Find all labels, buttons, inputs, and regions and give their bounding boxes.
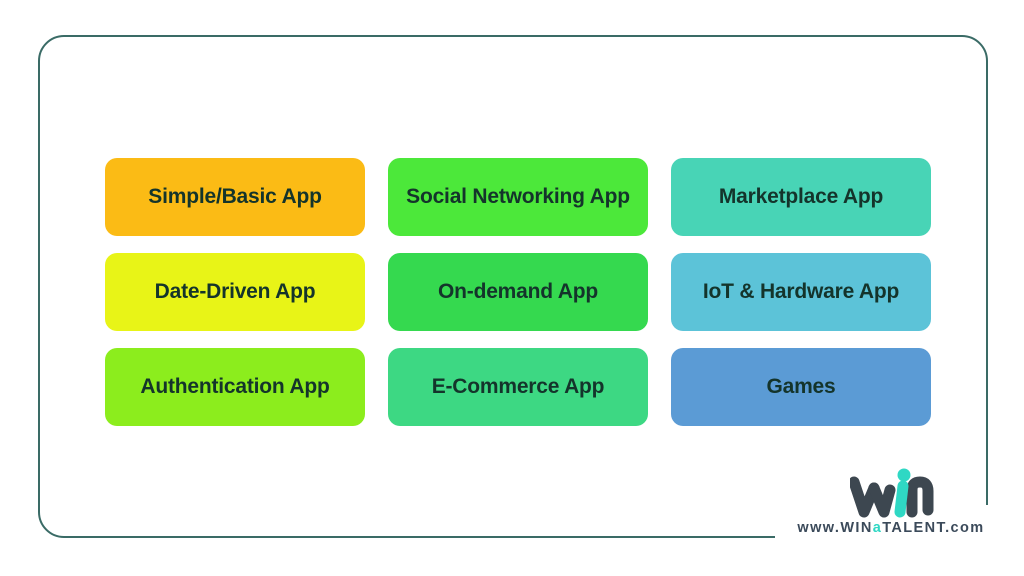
tile-authentication-app[interactable]: Authentication App (105, 348, 365, 426)
tile-date-driven-app[interactable]: Date-Driven App (105, 253, 365, 331)
tile-label: Authentication App (140, 374, 330, 398)
tile-iot-hardware-app[interactable]: IoT & Hardware App (671, 253, 931, 331)
brand-url-prefix: www.WIN (797, 520, 873, 536)
win-logo-i-stem-icon (894, 480, 909, 518)
brand-url-accent: a (872, 520, 883, 536)
tile-label: Games (766, 374, 836, 398)
tile-label: On-demand App (438, 279, 598, 303)
brand-url-text: www.WINaTALENT.com (786, 520, 996, 536)
tile-label: Simple/Basic App (148, 184, 322, 208)
win-logo-i-dot-icon (897, 468, 911, 482)
tile-label: Marketplace App (718, 184, 884, 208)
tile-on-demand-app[interactable]: On-demand App (388, 253, 648, 331)
tile-label: Social Networking App (406, 184, 630, 208)
tile-marketplace-app[interactable]: Marketplace App (671, 158, 931, 236)
tile-label: IoT & Hardware App (702, 279, 900, 303)
brand-url-suffix: TALENT.com (882, 520, 985, 536)
app-type-tile-grid: Simple/Basic App Social Networking App M… (105, 158, 931, 426)
win-logo-w-stroke-2 (868, 482, 896, 518)
tile-label: E-Commerce App (431, 374, 605, 398)
tile-ecommerce-app[interactable]: E-Commerce App (388, 348, 648, 426)
tile-social-networking-app[interactable]: Social Networking App (388, 158, 648, 236)
tile-games[interactable]: Games (671, 348, 931, 426)
tile-label: Date-Driven App (154, 279, 316, 303)
win-logo-n-stroke (906, 476, 934, 518)
tile-simple-basic-app[interactable]: Simple/Basic App (105, 158, 365, 236)
win-logo-mark (850, 468, 934, 518)
brand-logo-block: www.WINaTALENT.com (786, 468, 996, 550)
